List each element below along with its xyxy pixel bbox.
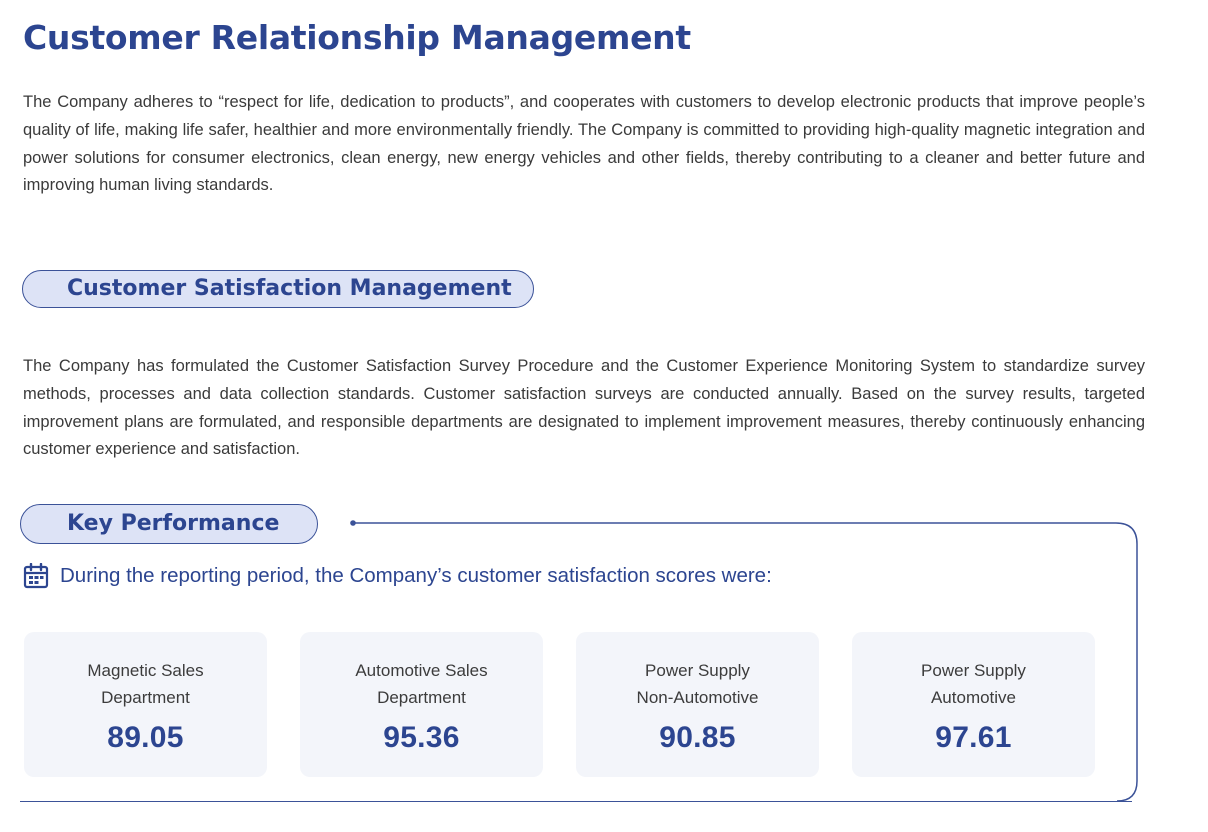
card-label-line: Department bbox=[101, 688, 190, 707]
card-score-value: 95.36 bbox=[383, 721, 460, 754]
score-card-power-supply-non-automotive: Power Supply Non-Automotive 90.85 bbox=[576, 632, 819, 777]
card-label: Power Supply Non-Automotive bbox=[576, 657, 819, 711]
score-card-power-supply-automotive: Power Supply Automotive 97.61 bbox=[852, 632, 1095, 777]
card-score-value: 89.05 bbox=[107, 721, 184, 754]
section-heading-key-performance: Key Performance bbox=[20, 504, 318, 544]
calendar-icon bbox=[23, 563, 49, 589]
card-label-line: Magnetic Sales bbox=[87, 661, 204, 680]
score-card-magnetic-sales: Magnetic Sales Department 89.05 bbox=[24, 632, 267, 777]
card-score-value: 90.85 bbox=[659, 721, 736, 754]
card-label-line: Department bbox=[377, 688, 466, 707]
score-cards: Magnetic Sales Department 89.05 Automoti… bbox=[24, 632, 1096, 777]
card-label: Power Supply Automotive bbox=[852, 657, 1095, 711]
card-label-line: Power Supply bbox=[921, 661, 1026, 680]
card-label-line: Power Supply bbox=[645, 661, 750, 680]
card-label-line: Non-Automotive bbox=[636, 688, 759, 707]
card-score-value: 97.61 bbox=[935, 721, 1012, 754]
card-label: Automotive Sales Department bbox=[300, 657, 543, 711]
score-card-automotive-sales: Automotive Sales Department 95.36 bbox=[300, 632, 543, 777]
reporting-period-row: During the reporting period, the Company… bbox=[23, 563, 772, 589]
card-label: Magnetic Sales Department bbox=[24, 657, 267, 711]
frame-bottom-rule bbox=[20, 801, 1132, 802]
card-label-line: Automotive Sales bbox=[355, 661, 488, 680]
reporting-period-text: During the reporting period, the Company… bbox=[60, 564, 772, 587]
card-label-line: Automotive bbox=[930, 688, 1017, 707]
